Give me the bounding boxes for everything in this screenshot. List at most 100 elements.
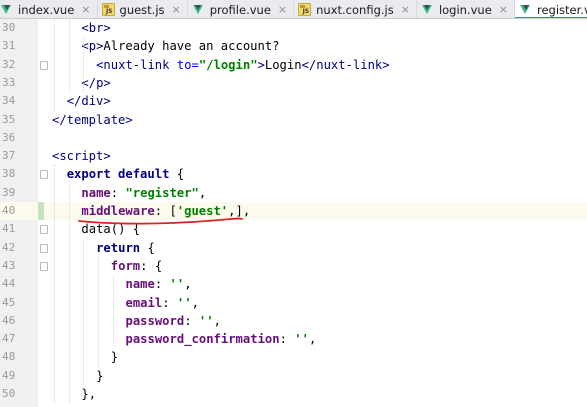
code-text: <script> <box>52 147 111 165</box>
code-token: return <box>96 240 148 255</box>
code-token: '' <box>169 277 185 292</box>
code-token: <script> <box>52 149 111 164</box>
indent-guide <box>68 19 70 93</box>
code-line[interactable]: 37 <script> <box>0 147 587 165</box>
code-text: return { <box>96 239 155 257</box>
code-text: email: '', <box>126 294 199 312</box>
close-tab-icon[interactable]: × <box>81 4 90 15</box>
code-token: password <box>125 313 185 328</box>
code-line[interactable]: 48} <box>0 348 587 366</box>
code-line[interactable]: 49} <box>0 367 587 385</box>
indent-guide <box>98 256 100 367</box>
code-line[interactable]: 33 </p> <box>0 74 587 92</box>
gutter-cell: 43 <box>0 257 42 275</box>
code-token: to= <box>176 57 199 72</box>
gutter-cell: 30 <box>0 19 42 37</box>
gutter-cell: 40 <box>0 202 42 221</box>
indent-guide <box>83 238 85 385</box>
fold-toggle-icon[interactable] <box>40 225 48 235</box>
code-line[interactable]: 39 name: "register", <box>0 184 587 202</box>
code-line[interactable]: 38 export default { <box>0 165 587 183</box>
code-token: name <box>125 277 155 292</box>
close-tab-icon[interactable]: × <box>499 4 508 15</box>
line-number: 37 <box>2 149 16 163</box>
code-line[interactable]: 42 return { <box>0 239 587 257</box>
code-editor[interactable]: 30 <br> 31 <p>Already have an account? 32 <nu… <box>0 19 587 407</box>
close-tab-icon[interactable]: × <box>172 4 181 15</box>
code-token: <nuxt-link <box>96 57 177 72</box>
gutter-cell: 48 <box>0 348 42 366</box>
code-token: : { <box>140 258 163 273</box>
code-token: : <box>279 332 295 347</box>
code-line[interactable]: 36 <box>0 129 587 147</box>
line-number: 41 <box>2 222 16 236</box>
code-token: }, <box>81 387 97 401</box>
code-line[interactable]: 35 </template> <box>0 111 587 129</box>
line-number: 35 <box>2 112 16 126</box>
gutter-cell: 47 <box>0 330 42 348</box>
code-token: email <box>125 295 163 310</box>
js-file-icon: JS <box>101 3 115 16</box>
code-token: } <box>96 368 104 383</box>
code-line[interactable]: 47 password_confirmation: '', <box>0 330 587 348</box>
tab-profile-vue[interactable]: profile.vue × <box>188 0 295 18</box>
code-token: { <box>147 240 155 255</box>
code-token: <br> <box>81 21 111 35</box>
code-token: export default <box>66 167 177 182</box>
line-number: 46 <box>2 313 16 327</box>
gutter-cell: 34 <box>0 92 42 110</box>
line-number: 40 <box>2 204 16 217</box>
line-number: 38 <box>2 167 16 181</box>
code-line[interactable]: 45 email: '', <box>0 294 587 312</box>
code-text: </p> <box>81 74 110 92</box>
tab-label: register.vue <box>537 2 587 17</box>
code-token: : <box>184 313 199 328</box>
code-line[interactable]: 46 password: '', <box>0 312 587 330</box>
code-line[interactable]: 44 name: '', <box>0 275 587 293</box>
gutter-cell: 35 <box>0 111 42 129</box>
tab-nuxt-config-js[interactable]: JS nuxt.config.js × <box>294 0 417 18</box>
tab-login-vue[interactable]: login.vue × <box>417 0 515 18</box>
code-token: : <box>154 277 170 292</box>
code-token: Already have an account? <box>103 39 280 54</box>
code-line[interactable]: 50}, <box>0 385 587 403</box>
line-number: 34 <box>2 94 16 108</box>
vue-file-icon <box>192 3 205 16</box>
fold-toggle-icon[interactable] <box>40 170 48 180</box>
close-tab-icon[interactable]: × <box>278 4 287 15</box>
line-number: 39 <box>2 185 16 199</box>
gutter-cell: 46 <box>0 312 42 330</box>
code-line[interactable]: 34 </div> <box>0 92 587 110</box>
close-tab-icon[interactable]: × <box>401 4 410 15</box>
vue-file-icon <box>519 3 532 16</box>
code-token: , <box>191 295 199 310</box>
line-number: 33 <box>2 75 16 89</box>
code-line[interactable]: 30 <br> <box>0 19 587 37</box>
gutter-cell: 50 <box>0 385 42 403</box>
fold-toggle-icon[interactable] <box>40 243 48 253</box>
line-number: 30 <box>2 21 16 34</box>
code-token: "/login" <box>198 57 258 72</box>
fold-toggle-icon[interactable] <box>40 261 48 271</box>
tab-guest-js[interactable]: JS guest.js × <box>98 0 188 18</box>
code-token: </div> <box>66 94 111 109</box>
gutter-cell: 32 <box>0 56 42 74</box>
code-token: , <box>213 313 221 328</box>
red-annotation-underline <box>78 217 244 225</box>
line-number: 43 <box>2 258 16 272</box>
gutter-cell: 44 <box>0 275 42 293</box>
gutter-cell: 45 <box>0 294 42 312</box>
js-file-icon: JS <box>298 3 312 16</box>
code-line[interactable]: 31 <p>Already have an account? <box>0 37 587 55</box>
tab-register-vue[interactable]: register.vue× <box>515 0 587 18</box>
code-token: Login <box>264 57 302 72</box>
code-text: password_confirmation: '', <box>126 330 317 348</box>
fold-toggle-icon[interactable] <box>40 60 48 70</box>
tab-index-vue[interactable]: index.vue × <box>0 0 98 18</box>
gutter-cell: 31 <box>0 37 42 55</box>
code-text: } <box>96 367 103 385</box>
code-text: <p>Already have an account? <box>81 37 279 55</box>
vcs-change-marker[interactable] <box>38 202 44 221</box>
code-line[interactable]: 43 form: { <box>0 257 587 275</box>
code-line[interactable]: 32 <nuxt-link to="/login">Login</nuxt-lin… <box>0 56 587 74</box>
